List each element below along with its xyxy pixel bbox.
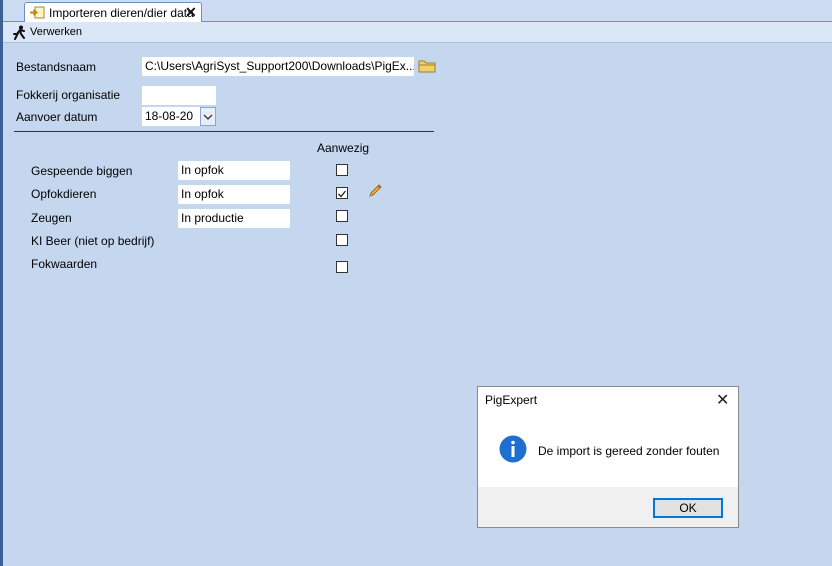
pencil-icon[interactable] <box>367 183 383 199</box>
folder-icon[interactable] <box>418 58 436 73</box>
dialog-message: De import is gereed zonder fouten <box>538 444 720 458</box>
separator <box>14 131 434 132</box>
info-icon <box>499 435 527 463</box>
fokkerij-field[interactable] <box>142 86 216 105</box>
bestandsnaam-field[interactable]: C:\Users\AgriSyst_Support200\Downloads\P… <box>142 57 414 76</box>
row-label-fokwaarden: Fokwaarden <box>31 257 98 271</box>
fokkerij-label: Fokkerij organisatie <box>16 88 121 102</box>
row-label-gespeende-biggen: Gespeende biggen <box>31 164 133 178</box>
row-status-gespeende-biggen[interactable]: In opfok <box>178 161 290 180</box>
import-arrow-icon <box>30 6 45 19</box>
aanwezig-checkbox-gespeende-biggen[interactable] <box>336 164 348 176</box>
dialog-footer: OK <box>478 487 738 527</box>
dialog-title: PigExpert <box>485 393 538 407</box>
bestandsnaam-label: Bestandsnaam <box>16 60 97 74</box>
tab-label: Importeren dieren/dier data <box>49 6 194 20</box>
row-status-zeugen[interactable]: In productie <box>178 209 290 228</box>
aanwezig-checkbox-zeugen[interactable] <box>336 210 348 222</box>
dialog-close-icon[interactable]: ✕ <box>716 390 729 410</box>
row-label-ki-beer: KI Beer (niet op bedrijf) <box>31 234 155 248</box>
chevron-down-icon <box>203 114 213 120</box>
aanwezig-checkbox-fokwaarden[interactable] <box>336 261 348 273</box>
row-label-zeugen: Zeugen <box>31 211 72 225</box>
tab-importeren[interactable]: Importeren dieren/dier data ✕ <box>24 2 202 23</box>
toolbar: Verwerken <box>3 22 832 43</box>
tab-strip: Importeren dieren/dier data ✕ <box>3 0 832 23</box>
ok-button[interactable]: OK <box>653 498 723 518</box>
tab-close-icon[interactable]: ✕ <box>185 4 197 21</box>
verwerken-label: Verwerken <box>30 26 82 38</box>
aanwezig-checkbox-opfokdieren[interactable] <box>336 187 348 199</box>
aanvoer-date-field[interactable]: 18-08-20 <box>142 107 200 126</box>
row-status-opfokdieren[interactable]: In opfok <box>178 185 290 204</box>
message-dialog: PigExpert ✕ De import is gereed zonder f… <box>477 386 739 528</box>
row-label-opfokdieren: Opfokdieren <box>31 187 97 201</box>
aanwezig-checkbox-ki-beer[interactable] <box>336 234 348 246</box>
date-dropdown-button[interactable] <box>200 107 216 126</box>
aanwezig-header: Aanwezig <box>317 141 370 155</box>
checkmark-icon <box>338 190 347 198</box>
aanvoer-label: Aanvoer datum <box>16 110 98 124</box>
running-man-icon <box>13 25 25 40</box>
